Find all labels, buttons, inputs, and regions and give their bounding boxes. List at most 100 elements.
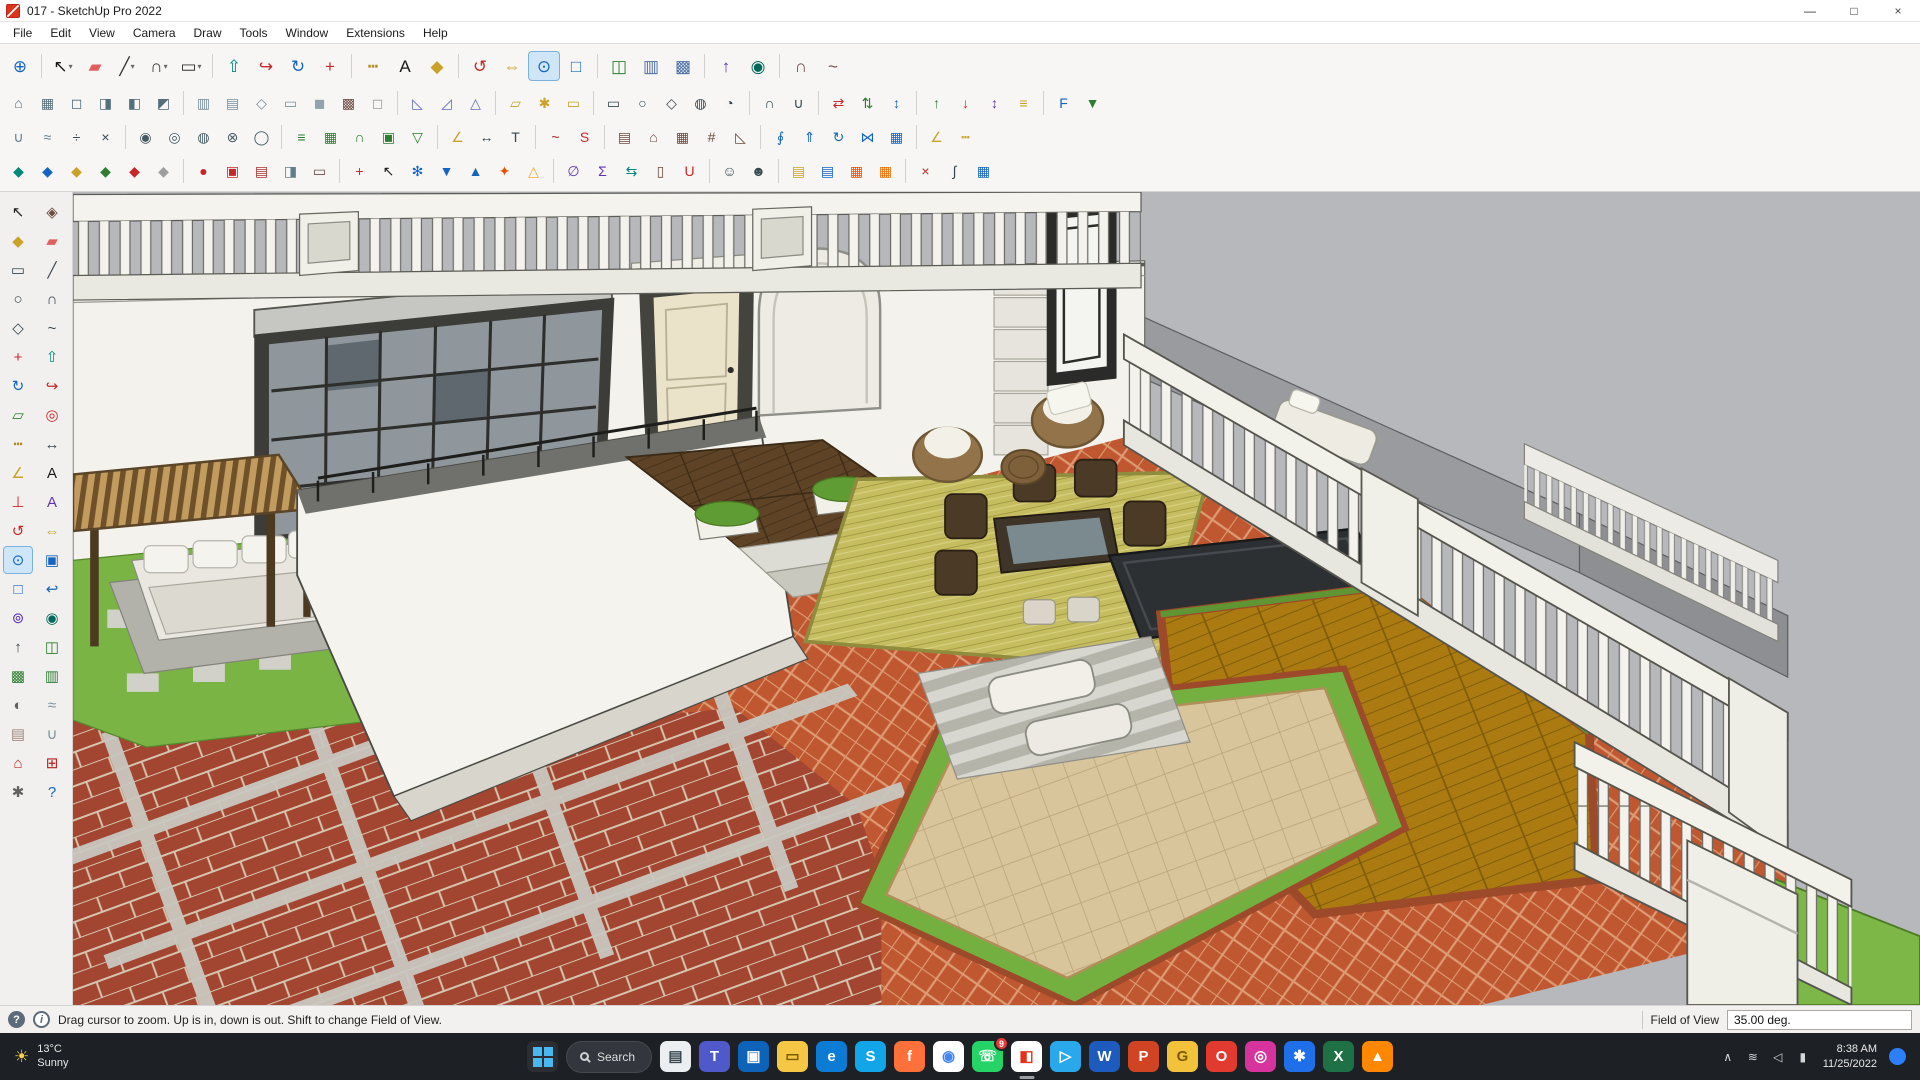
instructor-button[interactable]: ?	[38, 779, 66, 805]
paint-red-button[interactable]: ◆	[121, 159, 148, 183]
spline-button[interactable]: S	[571, 125, 598, 149]
scale-button[interactable]: ▱	[4, 402, 32, 428]
look-around-button[interactable]: ◉	[743, 52, 773, 80]
camera-menu[interactable]: Camera	[124, 24, 185, 42]
grid-a-button[interactable]: ▦	[843, 159, 870, 183]
scenes-button[interactable]: ▭	[306, 159, 333, 183]
person-walk-button[interactable]: ☻	[745, 159, 772, 183]
edge-app-button[interactable]: e	[816, 1041, 848, 1072]
statistics-button[interactable]: Σ	[589, 159, 616, 183]
wireframe-button[interactable]: ◇	[248, 91, 275, 115]
smoove-button[interactable]: ∩	[346, 125, 373, 149]
back-view-button[interactable]: ◧	[121, 91, 148, 115]
select-button[interactable]: ↖	[4, 199, 32, 225]
tape-measure-button[interactable]: ┅	[4, 431, 32, 457]
walk-button[interactable]: ↑	[4, 634, 32, 660]
trash-button[interactable]: ▯	[647, 159, 674, 183]
file-menu[interactable]: File	[4, 24, 41, 42]
window-menu[interactable]: Window	[277, 24, 338, 42]
view-menu[interactable]: View	[80, 24, 124, 42]
components-button[interactable]: ▣	[219, 159, 246, 183]
zoom-button[interactable]: ⊙	[528, 51, 560, 81]
arc-button[interactable]: ∩	[38, 286, 66, 312]
smooth-button[interactable]: ≈	[34, 125, 61, 149]
bezier-button[interactable]: ~	[542, 125, 569, 149]
push-pull-button[interactable]: ⇧	[38, 344, 66, 370]
draw-menu[interactable]: Draw	[185, 24, 231, 42]
pie-2d-button[interactable]: ◔	[716, 91, 743, 115]
look-around-button[interactable]: ◉	[38, 605, 66, 631]
materials-button[interactable]: ▤	[248, 159, 275, 183]
minimize-button[interactable]: —	[1788, 0, 1832, 21]
circle-button[interactable]: ○	[4, 286, 32, 312]
section-display-button[interactable]: ▥	[636, 52, 666, 80]
preferences-button[interactable]: ✱	[4, 779, 32, 805]
angular-dimension-button[interactable]: ∠	[444, 125, 471, 149]
rectangle-button[interactable]: ▭	[4, 257, 32, 283]
vlc-app-button[interactable]: ▲	[1362, 1041, 1394, 1072]
pyramid-button[interactable]: ▲	[462, 159, 489, 183]
firefox-app-button[interactable]: f	[894, 1041, 926, 1072]
make-group-button[interactable]: ▱	[502, 91, 529, 115]
paint-yellow-button[interactable]: ◆	[63, 159, 90, 183]
two-point-arc-button[interactable]: ∩	[786, 52, 816, 80]
section-fill-button[interactable]: ▩	[4, 663, 32, 689]
goldwave-app-button[interactable]: G	[1167, 1041, 1199, 1072]
soften-button[interactable]: ∪	[38, 721, 66, 747]
follow-me-button[interactable]: ↪	[38, 373, 66, 399]
edit-menu[interactable]: Edit	[41, 24, 80, 42]
grid-b-button[interactable]: ▦	[872, 159, 899, 183]
offset-button[interactable]: ◎	[38, 402, 66, 428]
iso-view-button[interactable]: ⌂	[5, 91, 32, 115]
eraser-button[interactable]: ▰	[38, 228, 66, 254]
solid-trim-button[interactable]: ◍	[190, 125, 217, 149]
zoom-button[interactable]: ⊙	[3, 546, 33, 574]
text-button[interactable]: A	[390, 52, 420, 80]
extensions-menu[interactable]: Extensions	[337, 24, 414, 42]
position-texture-button[interactable]: +	[346, 159, 373, 183]
person-button[interactable]: ☺	[716, 159, 743, 183]
select-button[interactable]: ↖ ▾	[48, 52, 78, 80]
excel-app-button[interactable]: X	[1323, 1041, 1355, 1072]
align-middle-button[interactable]: ↕	[981, 91, 1008, 115]
instagram-app-button[interactable]: ◎	[1245, 1041, 1277, 1072]
stamp-button[interactable]: ▣	[375, 125, 402, 149]
line-button[interactable]: ╱ ▾	[112, 52, 142, 80]
shaded-with-textures-button[interactable]: ▩	[335, 91, 362, 115]
sketchup-app-button[interactable]: ◧	[1011, 1041, 1043, 1072]
ellipse-2d-button[interactable]: ◍	[687, 91, 714, 115]
zoom-tools-button[interactable]: ⊕	[5, 52, 35, 80]
paint-bucket-button[interactable]: ◆	[4, 228, 32, 254]
paint-blue-button[interactable]: ◆	[34, 159, 61, 183]
drop-water-button[interactable]: ▼	[433, 159, 460, 183]
pixel-grid-button[interactable]: ▦	[970, 159, 997, 183]
pan-button[interactable]: ⇔	[38, 518, 66, 544]
paint-bucket-button[interactable]: ◆	[422, 52, 452, 80]
follow-me-button[interactable]: ↪	[251, 52, 281, 80]
3d-warehouse-button[interactable]: ⌂	[4, 750, 32, 776]
rectangle-2d-button[interactable]: ▭	[600, 91, 627, 115]
explode-button[interactable]: ✱	[531, 91, 558, 115]
select-all-button[interactable]: ↖	[375, 159, 402, 183]
right-view-button[interactable]: ◨	[92, 91, 119, 115]
protractor-button[interactable]: ∠	[4, 460, 32, 486]
tags-yellow-button[interactable]: ▤	[785, 159, 812, 183]
fence-button[interactable]: #	[698, 125, 725, 149]
stairs-button[interactable]: ▤	[611, 125, 638, 149]
mirror-button[interactable]: ⋈	[854, 125, 881, 149]
arc-button[interactable]: ∩ ▾	[144, 52, 174, 80]
axes-button[interactable]: ⊥	[4, 489, 32, 515]
section-plane-button[interactable]: ◫	[38, 634, 66, 660]
help-menu[interactable]: Help	[414, 24, 457, 42]
paint-gray-button[interactable]: ◆	[150, 159, 177, 183]
viewport[interactable]	[73, 192, 1920, 1005]
freehand-button[interactable]: ~	[818, 52, 848, 80]
fog-button[interactable]: ≈	[38, 692, 66, 718]
left-view-button[interactable]: ◩	[150, 91, 177, 115]
move-button[interactable]: +	[4, 344, 32, 370]
solid-subtract-button[interactable]: ◎	[161, 125, 188, 149]
tape-measure-button[interactable]: ┅	[358, 52, 388, 80]
zoom-extents-button[interactable]: □	[561, 52, 591, 80]
roof-button[interactable]: ⌂	[640, 125, 667, 149]
battery-button[interactable]: ▮	[1795, 1050, 1811, 1064]
